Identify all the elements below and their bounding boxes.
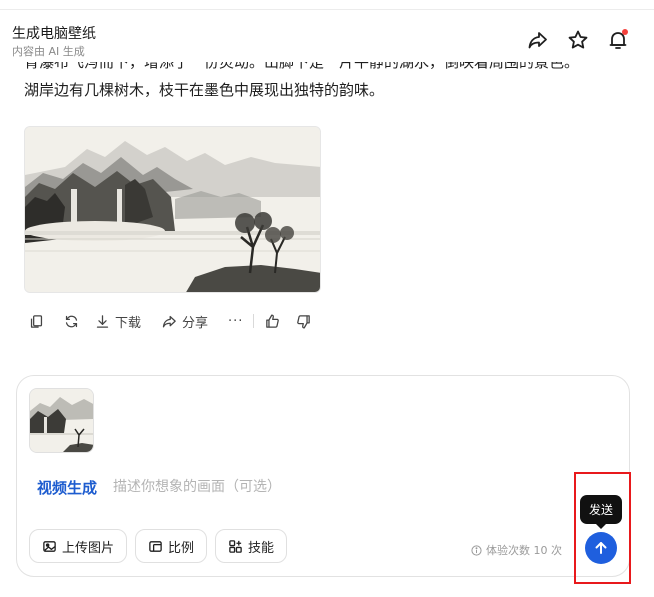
like-button[interactable] [264, 309, 281, 333]
share-icon[interactable] [526, 28, 550, 52]
thumbs-down-icon [297, 314, 311, 329]
usage-quota: 体验次数 10 次 [471, 542, 562, 558]
page-title: 生成电脑壁纸 [12, 26, 96, 42]
more-button[interactable]: ··· [228, 309, 243, 333]
more-icon: ··· [228, 313, 244, 329]
prompt-input[interactable] [113, 475, 473, 499]
bell-icon[interactable] [606, 28, 630, 52]
uploaded-image-thumbnail[interactable] [29, 388, 94, 453]
share-label: 分享 [182, 315, 209, 331]
send-tooltip: 发送 [580, 495, 622, 529]
upload-label: 上传图片 [62, 540, 115, 556]
thumbs-up-icon [266, 313, 280, 328]
upload-image-button[interactable]: 上传图片 [29, 529, 128, 563]
action-divider [253, 314, 255, 328]
quota-text: 体验次数 10 次 [486, 544, 562, 557]
message-line: 湖岸边有几棵树木，枝干在墨色中展现出独特的韵味。 [24, 81, 385, 99]
regenerate-button[interactable] [63, 309, 80, 333]
info-icon [471, 544, 482, 556]
copy-button[interactable] [28, 309, 45, 333]
composer-tools: 上传图片 比例 技能 [29, 529, 288, 563]
dislike-button[interactable] [295, 309, 312, 333]
composer: 视频生成 上传图片 比例 技能 [16, 375, 630, 577]
star-icon[interactable] [566, 28, 590, 52]
refresh-icon [65, 315, 78, 327]
skills-icon [229, 539, 242, 553]
download-label: 下载 [115, 315, 142, 331]
send-button[interactable] [585, 532, 617, 564]
notification-dot [622, 29, 628, 35]
ratio-label: 比例 [168, 540, 195, 556]
header: 生成电脑壁纸 内容由 AI 生成 [0, 10, 654, 62]
ratio-icon [149, 540, 162, 552]
generated-image[interactable] [24, 126, 321, 293]
image-icon [43, 540, 56, 552]
skills-label: 技能 [248, 540, 275, 556]
download-button[interactable]: 下载 [94, 309, 141, 333]
download-icon [96, 314, 109, 328]
aspect-ratio-button[interactable]: 比例 [135, 529, 208, 563]
share-answer-button[interactable]: 分享 [161, 309, 208, 333]
arrow-up-icon [595, 542, 607, 554]
skills-button[interactable]: 技能 [215, 529, 288, 563]
video-generation-mode[interactable]: 视频生成 [37, 477, 97, 498]
share-icon [162, 315, 176, 327]
message-actions: 下载 分享 ··· [24, 309, 312, 333]
ai-disclaimer: 内容由 AI 生成 [12, 45, 85, 58]
copy-icon [30, 314, 43, 328]
